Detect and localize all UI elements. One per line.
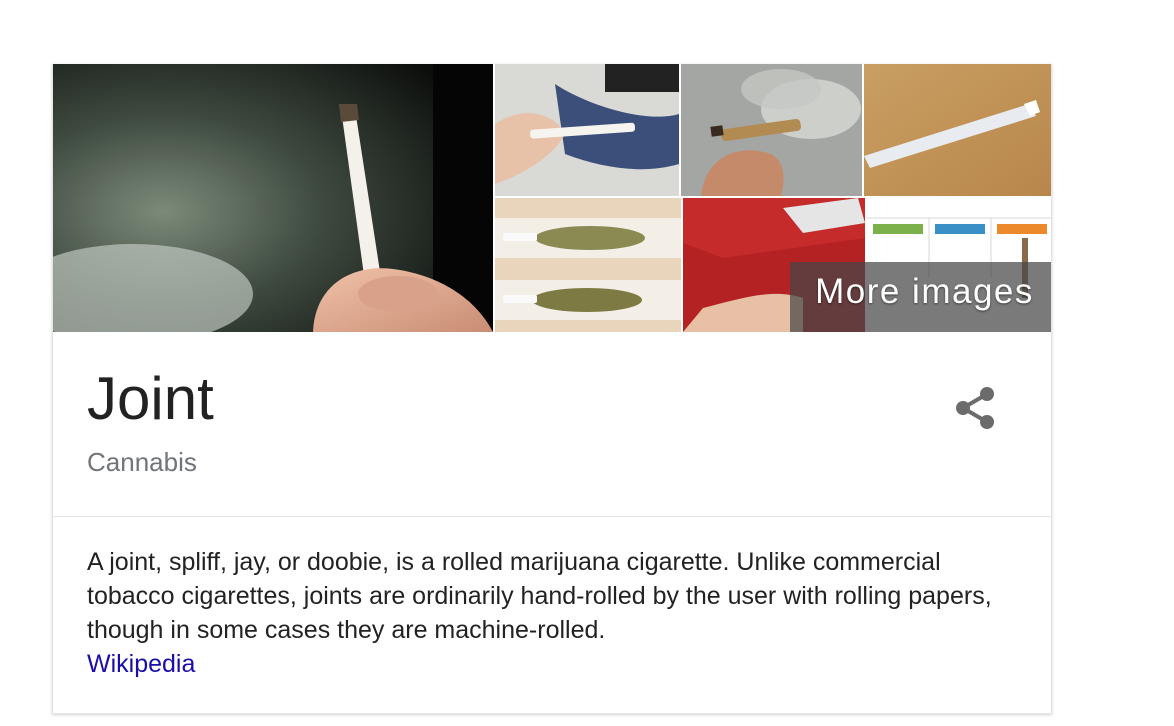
more-images-button[interactable]: More images	[790, 262, 1051, 332]
knowledge-panel-card: More images Joint Cannabis A joint, spli…	[52, 64, 1052, 714]
image-gallery[interactable]: More images	[53, 64, 1051, 332]
gallery-image-papers-with-cannabis[interactable]	[495, 198, 681, 332]
entity-title: Joint	[87, 365, 214, 432]
description-text: A joint, spliff, jay, or doobie, is a ro…	[87, 548, 992, 644]
gallery-image-main[interactable]	[53, 64, 493, 332]
wikipedia-link[interactable]: Wikipedia	[87, 647, 195, 681]
entity-subtitle: Cannabis	[87, 447, 197, 477]
gallery-image-rolled-on-tan[interactable]	[864, 64, 1051, 196]
gallery-image-smoking-closeup[interactable]	[681, 64, 862, 196]
gallery-image-rolling-on-jeans[interactable]	[495, 64, 679, 196]
section-divider	[53, 516, 1051, 517]
entity-description: A joint, spliff, jay, or doobie, is a ro…	[87, 545, 1027, 681]
share-button[interactable]	[943, 376, 1007, 440]
share-icon	[956, 387, 994, 429]
entity-header: Joint Cannabis	[53, 332, 1051, 517]
